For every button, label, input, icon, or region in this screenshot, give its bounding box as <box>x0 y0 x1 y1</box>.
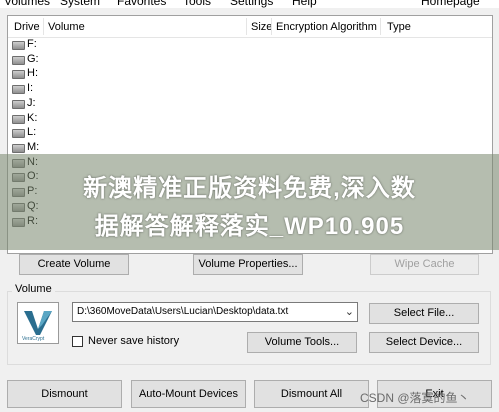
drive-icon <box>12 70 25 79</box>
volume-tools-button[interactable]: Volume Tools... <box>247 332 357 353</box>
drive-row[interactable]: I: <box>8 81 208 96</box>
drive-icon <box>12 41 25 50</box>
drive-letter: L: <box>27 126 37 138</box>
volume-properties-button[interactable]: Volume Properties... <box>193 254 303 275</box>
drive-letter: J: <box>27 97 36 109</box>
menu-tools[interactable]: Tools <box>183 0 211 8</box>
select-device-button[interactable]: Select Device... <box>369 332 479 353</box>
never-save-history-checkbox[interactable] <box>72 336 83 347</box>
drive-icon <box>12 144 25 153</box>
column-separator[interactable] <box>271 18 272 35</box>
column-type[interactable]: Type <box>387 21 411 33</box>
column-separator[interactable] <box>246 18 247 35</box>
column-size[interactable]: Size <box>251 21 272 33</box>
veracrypt-logo-text: VeraCrypt <box>22 336 45 342</box>
drive-letter: F: <box>27 38 37 50</box>
dismount-all-button[interactable]: Dismount All <box>254 380 369 408</box>
drive-row[interactable]: G: <box>8 52 208 67</box>
drive-row[interactable]: H: <box>8 66 208 81</box>
drive-icon <box>12 129 25 138</box>
menu-favorites[interactable]: Favorites <box>117 0 166 8</box>
drive-row[interactable]: J: <box>8 96 208 111</box>
create-volume-button[interactable]: Create Volume <box>19 254 129 275</box>
column-encryption-algorithm[interactable]: Encryption Algorithm <box>276 21 377 33</box>
volume-path-combobox[interactable]: D:\360MoveData\Users\Lucian\Desktop\data… <box>72 302 358 322</box>
column-drive[interactable]: Drive <box>14 21 40 33</box>
drive-letter: M: <box>27 141 40 153</box>
drive-icon <box>12 56 25 65</box>
watermark-overlay: 新澳精准正版资料免费,深入数 据解答解释落实_WP10.905 <box>0 154 499 250</box>
wipe-cache-button[interactable]: Wipe Cache <box>370 254 479 275</box>
menu-help[interactable]: Help <box>292 0 317 8</box>
drive-icon <box>12 115 25 124</box>
drive-letter: I: <box>27 82 34 94</box>
drive-row[interactable]: F: <box>8 37 208 52</box>
drive-icon <box>12 100 25 109</box>
column-separator[interactable] <box>380 18 381 35</box>
menu-settings[interactable]: Settings <box>230 0 273 8</box>
dismount-button[interactable]: Dismount <box>7 380 122 408</box>
never-save-history-label: Never save history <box>88 335 180 347</box>
menu-system[interactable]: System <box>60 0 100 8</box>
drive-row[interactable]: L: <box>8 125 208 140</box>
column-volume[interactable]: Volume <box>48 21 85 33</box>
chevron-down-icon[interactable]: ⌄ <box>345 305 354 318</box>
drive-icon <box>12 85 25 94</box>
veracrypt-logo: VeraCrypt <box>17 302 59 344</box>
watermark-line-1: 新澳精准正版资料免费,深入数 <box>83 175 416 202</box>
menu-bar: Volumes System Favorites Tools Settings … <box>0 0 499 8</box>
volume-path-value: D:\360MoveData\Users\Lucian\Desktop\data… <box>77 306 289 317</box>
watermark-line-2: 据解答解释落实_WP10.905 <box>94 213 405 240</box>
menu-volumes[interactable]: Volumes <box>4 0 50 8</box>
auto-mount-devices-button[interactable]: Auto-Mount Devices <box>131 380 246 408</box>
drive-letter: H: <box>27 67 38 79</box>
drive-row[interactable]: M: <box>8 140 208 155</box>
column-separator[interactable] <box>43 18 44 35</box>
drive-row[interactable]: K: <box>8 111 208 126</box>
drive-letter: K: <box>27 112 38 124</box>
volume-group-title: Volume <box>12 283 55 295</box>
drive-letter: G: <box>27 53 39 65</box>
select-file-button[interactable]: Select File... <box>369 303 479 324</box>
csdn-watermark: CSDN @落寞的鱼丶 <box>360 391 470 405</box>
drive-list-header: Drive Volume Size Encryption Algorithm T… <box>8 16 492 38</box>
menu-homepage[interactable]: Homepage <box>421 0 480 8</box>
